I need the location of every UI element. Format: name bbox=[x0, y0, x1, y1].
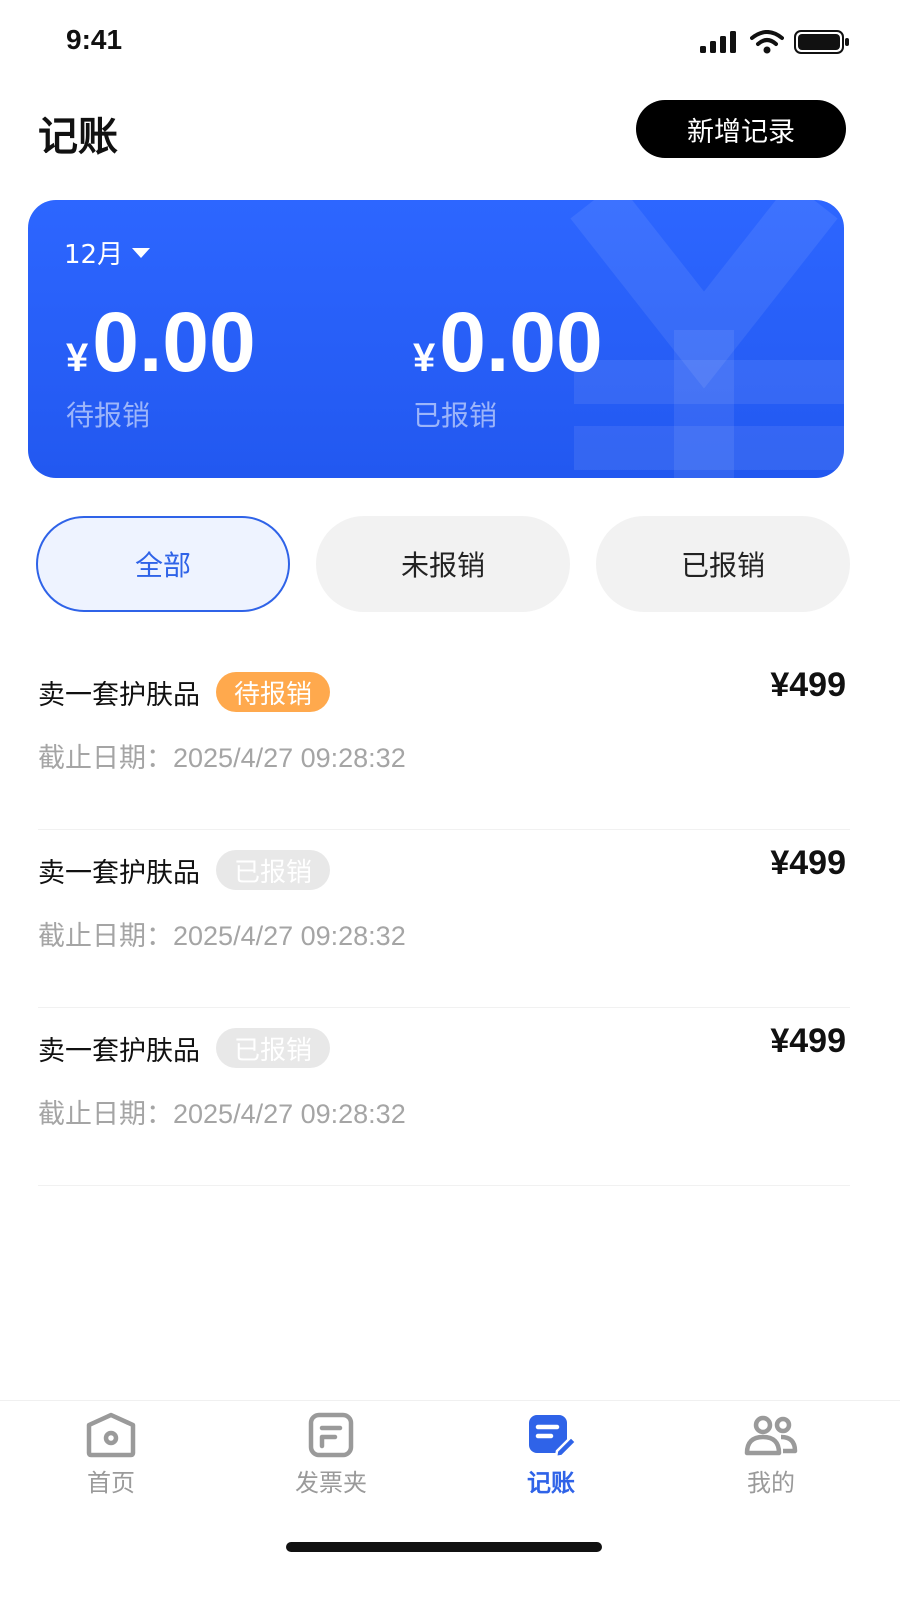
status-icons bbox=[700, 30, 850, 54]
record-title: 卖一套护肤品 bbox=[38, 679, 200, 711]
record-item[interactable]: 卖一套护肤品 已报销 截止日期：2025/4/27 09:28:32 ¥499 bbox=[38, 1006, 850, 1186]
wifi-icon bbox=[750, 30, 784, 54]
deadline-label: 截止日期： bbox=[38, 743, 173, 774]
reimbursed-amount: ¥ 0.00 bbox=[413, 300, 603, 384]
tab-invoices[interactable]: 发票夹 bbox=[256, 1411, 406, 1498]
pending-label: 待报销 bbox=[66, 399, 151, 432]
filter-reimbursed[interactable]: 已报销 bbox=[596, 516, 850, 612]
tab-profile[interactable]: 我的 bbox=[696, 1411, 846, 1498]
home-icon bbox=[86, 1412, 136, 1458]
status-bar: 9:41 bbox=[0, 0, 900, 88]
pending-summary: ¥ 0.00 待报销 bbox=[66, 300, 256, 434]
deadline-label: 截止日期： bbox=[38, 921, 173, 952]
deadline-value: 2025/4/27 09:28:32 bbox=[173, 743, 406, 773]
record-title-row: 卖一套护肤品 已报销 bbox=[38, 850, 331, 890]
caret-down-icon bbox=[132, 247, 151, 258]
record-deadline: 截止日期：2025/4/27 09:28:32 bbox=[38, 914, 406, 953]
tab-label: 首页 bbox=[87, 1469, 135, 1497]
record-amount: ¥499 bbox=[770, 666, 846, 704]
invoice-folder-icon bbox=[308, 1412, 354, 1458]
record-deadline: 截止日期：2025/4/27 09:28:32 bbox=[38, 1092, 406, 1131]
add-record-button[interactable]: 新增记录 bbox=[636, 100, 846, 158]
record-title: 卖一套护肤品 bbox=[38, 1035, 200, 1067]
battery-icon bbox=[794, 30, 849, 54]
filter-all[interactable]: 全部 bbox=[36, 516, 290, 612]
status-badge: 待报销 bbox=[216, 672, 331, 712]
record-amount: ¥499 bbox=[770, 844, 846, 882]
deadline-label: 截止日期： bbox=[38, 1099, 173, 1130]
reimbursed-summary: ¥ 0.00 已报销 bbox=[413, 300, 603, 434]
record-title: 卖一套护肤品 bbox=[38, 857, 200, 889]
filter-unreimbursed[interactable]: 未报销 bbox=[316, 516, 570, 612]
month-label: 12月 bbox=[64, 240, 124, 270]
record-title-row: 卖一套护肤品 待报销 bbox=[38, 672, 331, 712]
record-item[interactable]: 卖一套护肤品 已报销 截止日期：2025/4/27 09:28:32 ¥499 bbox=[38, 828, 850, 1008]
record-amount: ¥499 bbox=[770, 1022, 846, 1060]
tab-label: 发票夹 bbox=[295, 1469, 367, 1497]
summary-card: 12月 ¥ 0.00 待报销 ¥ 0.00 已报销 bbox=[28, 200, 844, 478]
currency-symbol: ¥ bbox=[413, 336, 436, 380]
tab-label: 记账 bbox=[527, 1469, 575, 1497]
signal-icon bbox=[700, 31, 736, 53]
tab-bookkeeping[interactable]: 记账 bbox=[476, 1411, 626, 1498]
currency-symbol: ¥ bbox=[66, 336, 89, 380]
bookkeeping-icon bbox=[529, 1415, 578, 1459]
month-selector[interactable]: 12月 bbox=[64, 234, 151, 271]
home-indicator bbox=[286, 1542, 602, 1552]
status-badge: 已报销 bbox=[216, 1028, 331, 1068]
record-deadline: 截止日期：2025/4/27 09:28:32 bbox=[38, 736, 406, 775]
reimbursed-amount-value: 0.00 bbox=[439, 295, 603, 389]
reimbursed-label: 已报销 bbox=[413, 399, 498, 432]
deadline-value: 2025/4/27 09:28:32 bbox=[173, 1099, 406, 1129]
pending-amount: ¥ 0.00 bbox=[66, 300, 256, 384]
tab-label: 我的 bbox=[747, 1469, 795, 1497]
record-title-row: 卖一套护肤品 已报销 bbox=[38, 1028, 331, 1068]
tab-home[interactable]: 首页 bbox=[36, 1411, 186, 1498]
page-title: 记账 bbox=[38, 114, 118, 160]
status-badge: 已报销 bbox=[216, 850, 331, 890]
record-item[interactable]: 卖一套护肤品 待报销 截止日期：2025/4/27 09:28:32 ¥499 bbox=[38, 650, 850, 830]
bottom-tab-bar: 首页 发票夹 记账 我的 bbox=[0, 1400, 900, 1600]
profile-icon bbox=[744, 1415, 798, 1456]
status-time: 9:41 bbox=[66, 24, 123, 55]
pending-amount-value: 0.00 bbox=[92, 295, 256, 389]
deadline-value: 2025/4/27 09:28:32 bbox=[173, 921, 406, 951]
